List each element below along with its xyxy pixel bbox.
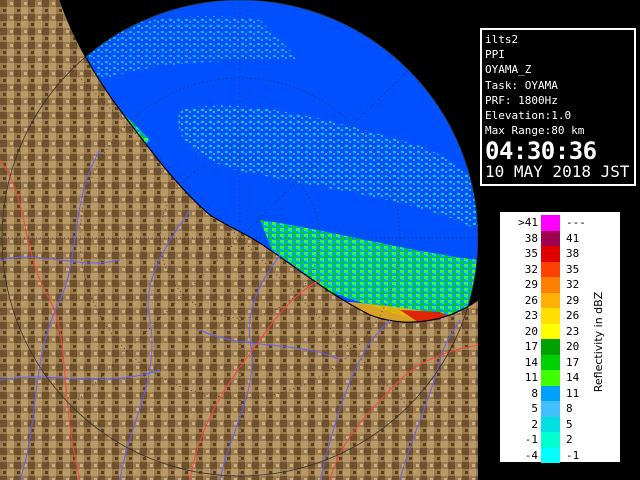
scale-color-swatch [541,308,560,324]
scale-upper-bound: 5 [566,417,573,431]
scale-color-swatch [541,292,560,308]
scale-upper-bound: -1 [566,448,580,462]
reflectivity-color-scale: >41 --- 38 41 35 38 32 35 29 32 26 29 23 26 20 23 17 20 14… [498,210,622,464]
scale-color-swatch [541,246,560,262]
scale-color-swatch [541,432,560,448]
scale-upper-bound: 38 [566,247,580,260]
scale-color-swatch [541,401,560,417]
scale-color-swatch [541,416,560,432]
task-name: Task: OYAMA [485,78,558,92]
radar-map-svg [0,0,478,480]
scale-row: 38 41 [500,230,620,246]
scale-color-swatch [541,323,560,339]
scale-lower-bound: 23 [524,309,538,322]
scale-color-swatch [541,261,560,277]
scale-color-swatch [541,370,560,386]
scale-upper-bound: 2 [566,433,573,446]
scale-lower-bound: 38 [524,231,538,245]
scale-color-swatch [541,385,560,401]
scale-lower-bound: 2 [531,417,538,431]
scale-lower-bound: 29 [524,278,538,291]
scale-lower-bound: -1 [524,433,538,446]
scale-lower-bound: 32 [524,262,538,276]
scale-color-swatch [541,215,560,231]
scale-upper-bound: 41 [566,231,580,245]
scale-lower-bound: 14 [524,355,538,369]
scale-lower-bound: 11 [524,371,538,384]
scale-color-swatch [541,277,560,293]
scale-row: >41 --- [500,215,620,231]
scale-row: -4 -1 [500,447,620,463]
product-name: OYAMA_Z [485,63,532,77]
scale-lower-bound: 35 [524,247,538,260]
scale-color-swatch [541,447,560,463]
scale-lower-bound: >41 [518,216,538,229]
scale-row: 35 38 [500,246,620,262]
scale-lower-bound: -4 [524,448,538,462]
scale-color-swatch [541,354,560,370]
scale-row: 25 [500,416,620,432]
observation-date: 10 MAY 2018 JST [485,162,630,182]
scale-lower-bound: 8 [531,386,538,400]
elevation-value: Elevation:1.0 [485,108,572,122]
scale-upper-bound: --- [566,216,586,229]
site-name: ilts2 [485,33,519,46]
scale-unit-label: Reflectivity in dBZ [592,291,605,393]
max-range-value: Max Range:80 km [485,124,585,138]
scale-color-swatch [541,339,560,355]
observation-time: 04:30:36 [485,137,597,166]
scale-color-swatch [541,230,560,246]
radar-info-panel: ilts2 PPI OYAMA_Z Task: OYAMA PRF: 1800H… [480,28,636,186]
scale-lower-bound: 17 [524,340,538,353]
prf-value: PRF: 1800Hz [485,93,558,107]
scale-lower-bound: 20 [524,324,538,338]
scale-row: -1 2 [500,432,620,448]
scan-mode: PPI [485,48,505,62]
scale-lower-bound: 5 [531,402,538,415]
scale-lower-bound: 26 [524,293,538,307]
radar-ppi-view[interactable] [0,0,478,480]
